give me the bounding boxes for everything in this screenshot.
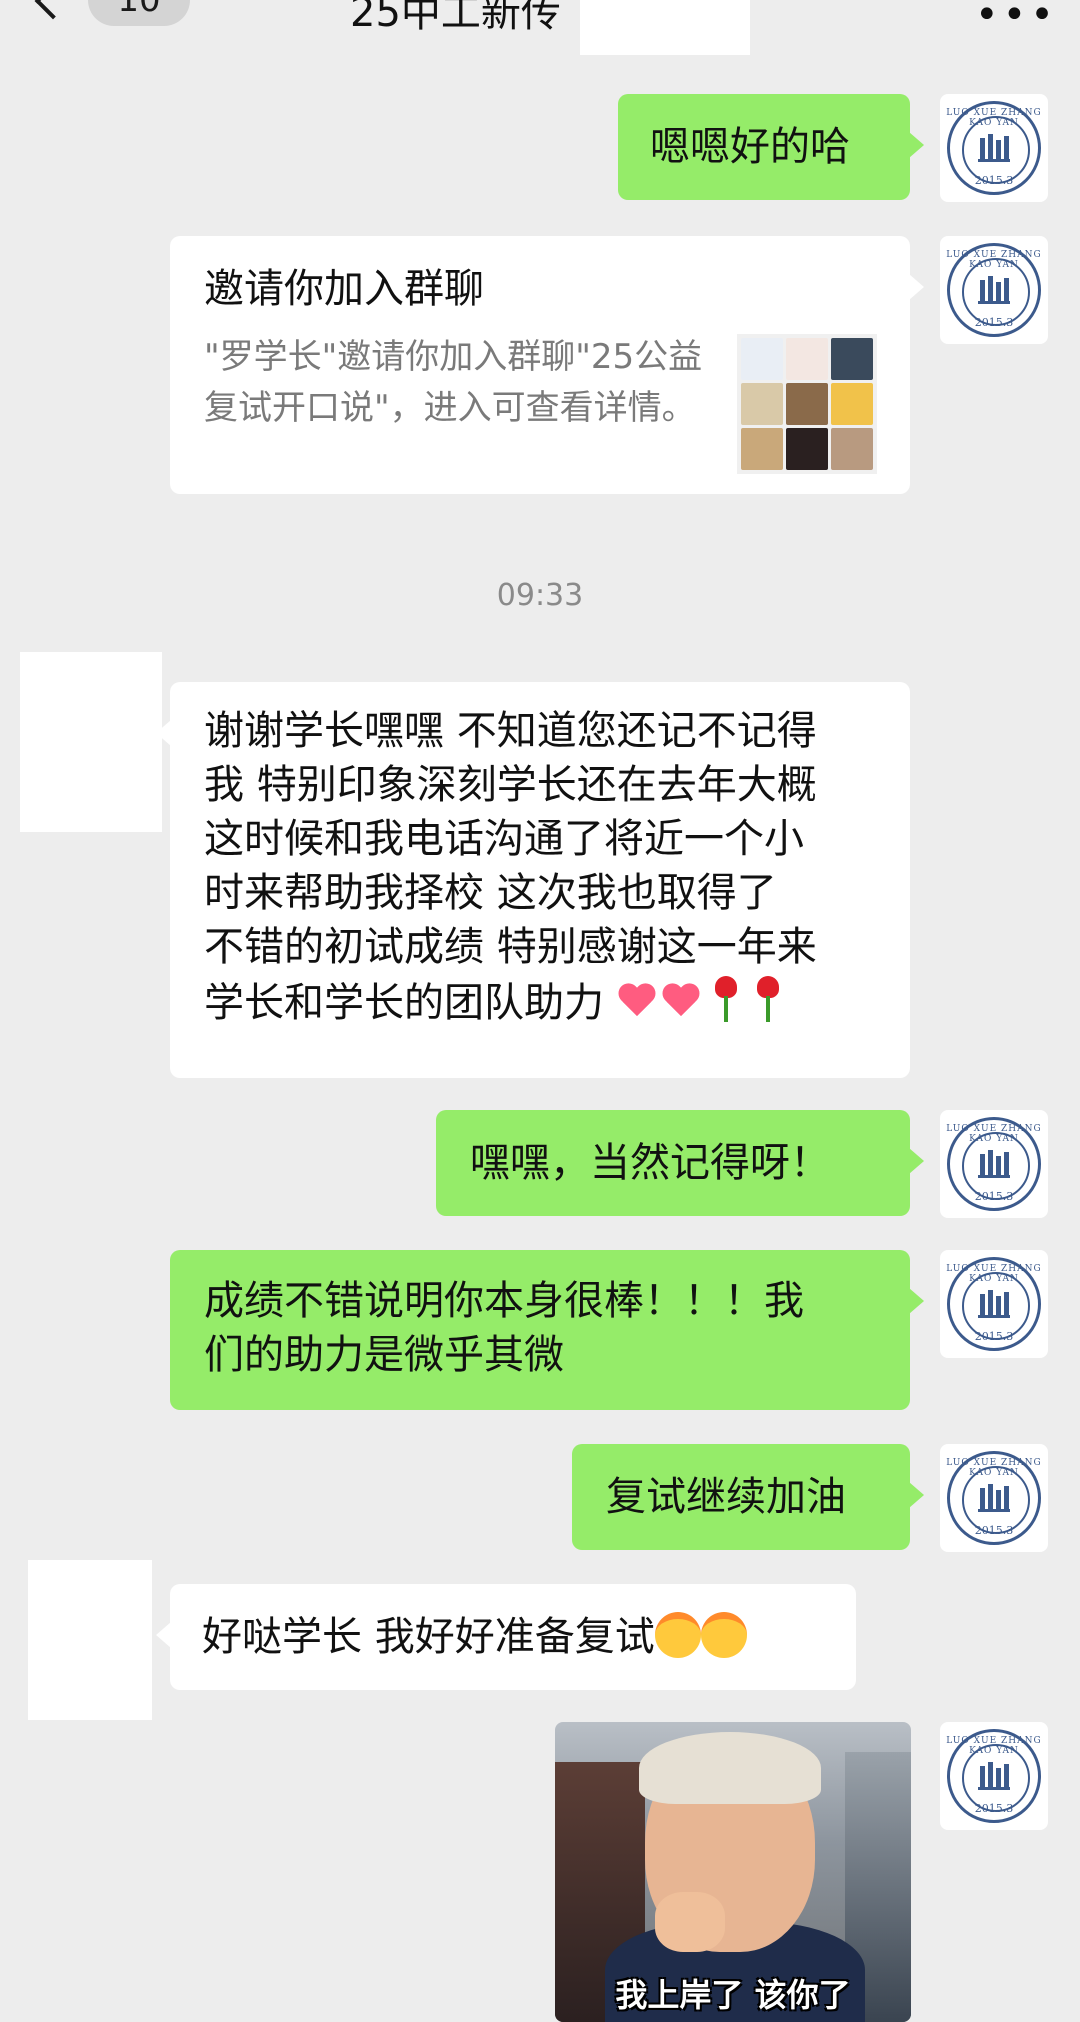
self-avatar[interactable]: LUO XUE ZHANG KAO YAN 2015.3 (940, 1250, 1048, 1358)
unread-count-badge: 10 (88, 0, 190, 26)
message-line: 们的助力是微乎其微 (204, 1332, 564, 1378)
message-text: 谢谢学长嘿嘿 不知道您还记不记得 我 特别印象深刻学长还在去年大概 这时候和我电… (204, 704, 894, 1030)
books-icon (978, 132, 1010, 162)
seal-bottom-text: 2015.3 (974, 316, 1014, 329)
seal-bottom-text: 2015.3 (974, 1524, 1014, 1537)
invite-description: "罗学长"邀请你加入群聊"25公益复试开口说"，进入可查看详情。 (204, 337, 703, 428)
message-line: 我 特别印象深刻学长还在去年大概 (204, 762, 817, 808)
heart-emoji-icon (617, 984, 657, 1020)
invite-title: 邀请你加入群聊 (204, 266, 484, 312)
self-avatar[interactable]: LUO XUE ZHANG KAO YAN 2015.3 (940, 1110, 1048, 1218)
seal-top-text: LUO XUE ZHANG KAO YAN (946, 1264, 1042, 1284)
other-avatar-redacted[interactable] (28, 1560, 152, 1720)
seal-bottom-text: 2015.3 (974, 1190, 1014, 1203)
books-icon (978, 274, 1010, 304)
message-line: 不错的初试成绩 特别感谢这一年来 (204, 924, 817, 970)
self-avatar[interactable]: LUO XUE ZHANG KAO YAN 2015.3 (940, 236, 1048, 344)
message-text-content: 好哒学长 我好好准备复试 (202, 1614, 655, 1660)
message-line-text: 学长和学长的团队助力 (204, 980, 604, 1026)
seal-top-text: LUO XUE ZHANG KAO YAN (946, 1458, 1042, 1478)
self-avatar[interactable]: LUO XUE ZHANG KAO YAN 2015.3 (940, 94, 1048, 202)
meme-sticker-image[interactable]: 我上岸了 该你了 (555, 1722, 911, 2022)
seal-bottom-text: 2015.3 (974, 174, 1014, 187)
message-line: 谢谢学长嘿嘿 不知道您还记不记得 (204, 708, 817, 754)
message-bubble-other[interactable]: 好哒学长 我好好准备复试 (156, 1584, 856, 1690)
determined-face-emoji-icon (700, 1612, 747, 1658)
self-avatar[interactable]: LUO XUE ZHANG KAO YAN 2015.3 (940, 1444, 1048, 1552)
books-icon (978, 1148, 1010, 1178)
redaction-box (580, 0, 750, 55)
message-line: 时来帮助我择校 这次我也取得了 (204, 870, 777, 916)
seal-bottom-text: 2015.3 (974, 1330, 1014, 1343)
books-icon (978, 1288, 1010, 1318)
chevron-left-icon (34, 0, 72, 20)
message-text: 复试继续加油 (606, 1474, 846, 1520)
determined-face-emoji-icon (654, 1612, 701, 1658)
chat-header: 10 25中工新传 ••• (0, 0, 1080, 60)
message-bubble-self[interactable]: 成绩不错说明你本身很棒！！！我 们的助力是微乎其微 (170, 1250, 924, 1410)
group-invite-card[interactable]: 邀请你加入群聊 "罗学长"邀请你加入群聊"25公益复试开口说"，进入可查看详情。 (170, 236, 924, 494)
message-text: 嗯嗯好的哈 (650, 124, 850, 170)
seal-top-text: LUO XUE ZHANG KAO YAN (946, 1124, 1042, 1144)
heart-emoji-icon (661, 984, 701, 1020)
sticker-caption: 我上岸了 该你了 (615, 1976, 851, 2014)
group-avatar-grid (737, 334, 877, 474)
self-avatar[interactable]: LUO XUE ZHANG KAO YAN 2015.3 (940, 1722, 1048, 1830)
message-text: 好哒学长 我好好准备复试 (202, 1610, 747, 1664)
rose-emoji-icon (705, 974, 747, 1024)
chat-title: 25中工新传 (350, 0, 561, 36)
message-line: 这时候和我电话沟通了将近一个小 (204, 816, 804, 862)
message-line: 成绩不错说明你本身很棒！！！我 (204, 1278, 804, 1324)
message-bubble-self[interactable]: 复试继续加油 (572, 1444, 924, 1550)
books-icon (978, 1482, 1010, 1512)
seal-top-text: LUO XUE ZHANG KAO YAN (946, 1736, 1042, 1756)
message-bubble-self[interactable]: 嗯嗯好的哈 (618, 94, 924, 200)
rose-emoji-icon (747, 974, 789, 1024)
message-text: 成绩不错说明你本身很棒！！！我 们的助力是微乎其微 (204, 1274, 804, 1382)
message-bubble-self[interactable]: 嘿嘿，当然记得呀！ (436, 1110, 924, 1216)
sticker-figure-hair (639, 1732, 821, 1804)
message-line: 学长和学长的团队助力 (204, 974, 894, 1030)
message-text: 嘿嘿，当然记得呀！ (470, 1140, 830, 1186)
sticker-pointing-hand (655, 1892, 725, 1952)
message-timestamp: 09:33 (496, 578, 584, 613)
books-icon (978, 1760, 1010, 1790)
message-bubble-other[interactable]: 谢谢学长嘿嘿 不知道您还记不记得 我 特别印象深刻学长还在去年大概 这时候和我电… (156, 682, 910, 1078)
back-button[interactable]: 10 (30, 0, 190, 30)
more-dots-icon[interactable]: ••• (975, 0, 1058, 38)
other-avatar-redacted[interactable] (20, 652, 162, 832)
seal-top-text: LUO XUE ZHANG KAO YAN (946, 250, 1042, 270)
seal-top-text: LUO XUE ZHANG KAO YAN (946, 108, 1042, 128)
seal-bottom-text: 2015.3 (974, 1802, 1014, 1815)
